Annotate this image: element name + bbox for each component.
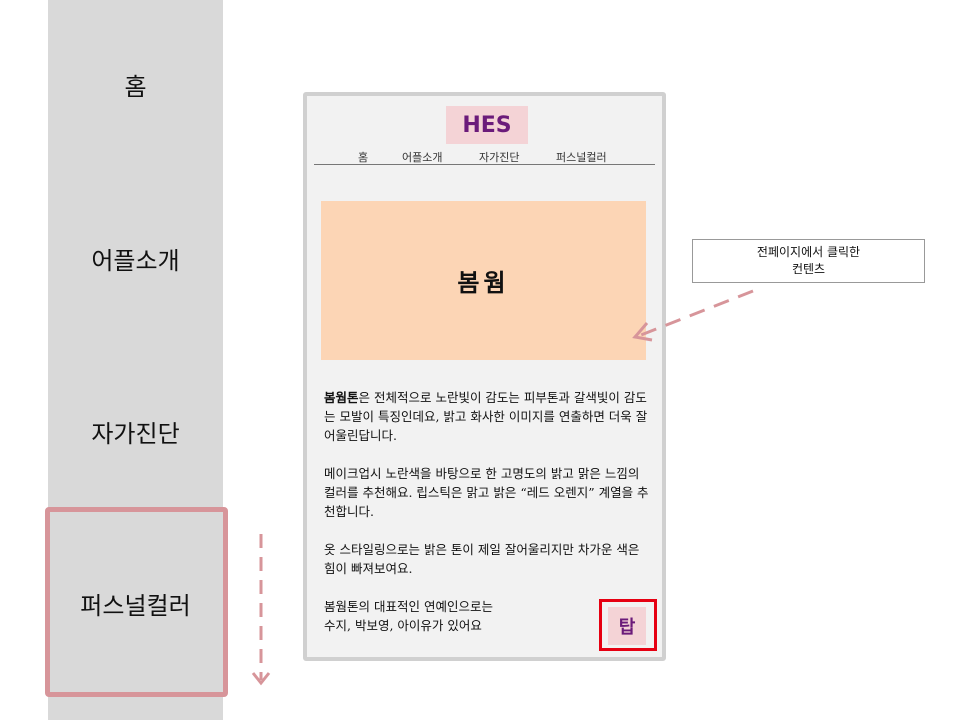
left-nav-item-app-intro[interactable]: 어플소개 — [48, 246, 223, 276]
description-paragraph-3: 옷 스타일링으로는 밝은 톤이 제일 잘어울리지만 차가운 색은 힘이 빠져보여… — [324, 542, 640, 576]
annotation-box: 전페이지에서 클릭한 컨텐츠 — [692, 239, 925, 283]
left-nav-item-home[interactable]: 홈 — [48, 72, 223, 102]
top-button[interactable]: 탑 — [608, 607, 646, 645]
phone-top-nav: 홈 어플소개 자가진단 퍼스널컬러 — [314, 147, 655, 165]
annotation-line-1: 전페이지에서 클릭한 — [756, 245, 861, 259]
description-paragraph-1: 봄웜톤은 전체적으로 노란빛이 감도는 피부톤과 갈색빛이 감도는 모발이 특징… — [324, 388, 654, 445]
description-paragraph-1-text: 은 전체적으로 노란빛이 감도는 피부톤과 갈색빛이 감도는 모발이 특징인데요… — [324, 390, 648, 443]
description-paragraph-4-line-1: 봄웜톤의 대표적인 연예인으로는 — [324, 599, 493, 614]
description-paragraph-2: 메이크업시 노란색을 바탕으로 한 고명도의 밝고 맑은 느낌의 컬러를 추천해… — [324, 466, 649, 519]
selected-nav-highlight — [45, 507, 228, 697]
hero-title: 봄웜 — [457, 268, 510, 297]
left-nav-item-self-diagnosis[interactable]: 자가진단 — [48, 419, 223, 449]
hero-banner: 봄웜 — [321, 201, 646, 360]
dashed-arrow-left-icon — [632, 289, 754, 342]
description: 봄웜톤은 전체적으로 노란빛이 감도는 피부톤과 갈색빛이 감도는 모발이 특징… — [324, 388, 654, 635]
description-paragraph-4-line-2: 수지, 박보영, 아이유가 있어요 — [324, 618, 482, 633]
phone-nav-home[interactable]: 홈 — [358, 149, 368, 165]
phone-nav-self-diagnosis[interactable]: 자가진단 — [479, 149, 519, 165]
phone-nav-personal-color[interactable]: 퍼스널컬러 — [556, 149, 607, 165]
description-bold-term: 봄웜톤 — [324, 390, 359, 405]
dashed-arrow-down-icon — [251, 534, 271, 686]
phone-screen: HES 홈 어플소개 자가진단 퍼스널컬러 봄웜 봄웜톤은 전체적으로 노란빛이… — [303, 92, 666, 661]
annotation-line-2: 컨텐츠 — [791, 262, 826, 276]
phone-nav-app-intro[interactable]: 어플소개 — [402, 149, 442, 165]
app-logo[interactable]: HES — [446, 106, 528, 144]
